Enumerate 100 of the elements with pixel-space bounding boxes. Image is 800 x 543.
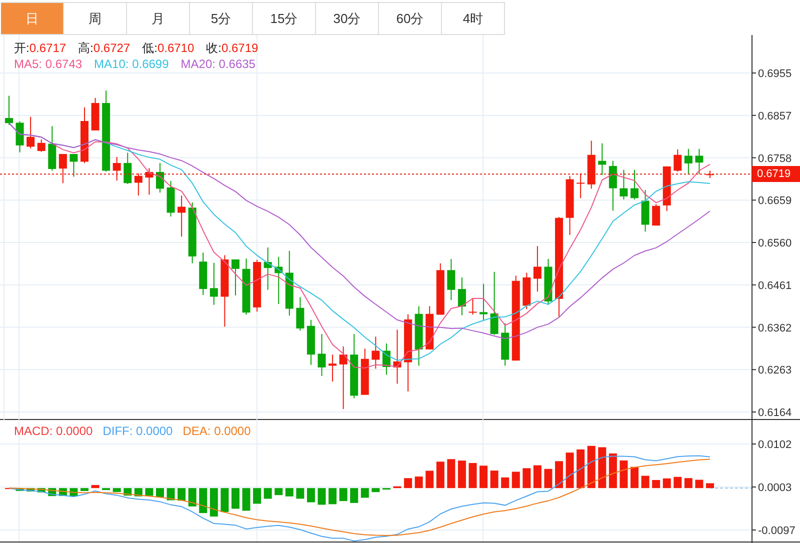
- macd-bar: [674, 476, 682, 488]
- candlestick: [468, 298, 477, 316]
- timeframe-tab[interactable]: 周: [64, 2, 127, 35]
- macd-bar: [264, 488, 272, 499]
- macd-bar: [220, 488, 229, 512]
- candlestick: [264, 246, 272, 290]
- macd-bar: [145, 488, 154, 496]
- candlestick: [641, 190, 650, 232]
- candlestick: [393, 329, 402, 384]
- candlestick: [620, 169, 628, 200]
- macd-bar: [393, 486, 402, 488]
- macd-bar: [641, 476, 650, 488]
- candlestick: [166, 180, 175, 218]
- macd-bar: [188, 488, 196, 506]
- macd-bar: [80, 488, 88, 491]
- candlestick: [145, 168, 154, 196]
- macd-bar: [37, 488, 46, 492]
- macd-bar: [426, 470, 434, 488]
- macd-bar: [199, 488, 208, 514]
- candlestick: [339, 346, 348, 410]
- ohlc-value: 0.6717: [29, 41, 66, 56]
- candlestick: [533, 246, 542, 292]
- candlestick: [318, 334, 326, 376]
- macd-bar: [253, 488, 262, 504]
- macd-bar: [350, 488, 358, 503]
- candlestick: [80, 106, 88, 164]
- price-axis-label: 0.6164: [758, 407, 792, 419]
- macd-bar: [16, 488, 24, 491]
- candlestick: [566, 175, 574, 236]
- macd-axis-label: 0.0003: [758, 482, 792, 494]
- macd-bar: [620, 460, 628, 488]
- macd-axis-label: 0.0102: [758, 439, 792, 451]
- macd-bar: [339, 488, 348, 502]
- macd-bar: [587, 446, 596, 488]
- macd-bar: [544, 468, 552, 488]
- macd-bar: [555, 461, 564, 488]
- timeframe-tab[interactable]: 4时: [442, 2, 505, 35]
- candlestick: [242, 258, 250, 316]
- price-axis-label: 0.6263: [758, 364, 792, 377]
- candlestick: [134, 172, 142, 196]
- price-tag: 0.6719: [752, 166, 800, 182]
- candlestick: [382, 342, 390, 376]
- macd-bar: [296, 488, 304, 499]
- candlestick: [296, 296, 304, 332]
- price-axis-label: 0.6758: [758, 152, 792, 165]
- candlestick: [58, 154, 67, 184]
- candlestick: [112, 156, 121, 182]
- ma-legend-value: MA10: 0.6699: [94, 57, 169, 72]
- macd-bar: [533, 465, 542, 488]
- price-axis-label: 0.6362: [758, 322, 792, 334]
- macd-bar: [468, 463, 477, 488]
- candlestick: [576, 172, 585, 199]
- timeframe-tab[interactable]: 月: [127, 2, 190, 35]
- macd-axis-label: -0.0097: [758, 525, 796, 537]
- macd-bar: [608, 453, 617, 488]
- ohlc-label: 低:: [142, 41, 158, 56]
- timeframe-tab[interactable]: 5分: [190, 2, 253, 35]
- candlestick: [360, 348, 369, 396]
- candlestick: [630, 169, 638, 200]
- candlestick: [674, 148, 682, 172]
- macd-bar: [695, 480, 704, 488]
- timeframe-tab[interactable]: 30分: [316, 2, 379, 35]
- candlestick: [684, 148, 692, 175]
- macd-bar: [566, 452, 574, 488]
- candlestick: [70, 154, 78, 178]
- candlestick: [458, 276, 466, 316]
- macd-legend-value: DEA: 0.0000: [182, 424, 251, 439]
- macd-bar: [231, 488, 240, 509]
- candlestick: [328, 354, 337, 382]
- candlestick: [652, 204, 660, 226]
- candlestick: [48, 126, 56, 172]
- price-axis-label: 0.6955: [758, 68, 792, 80]
- macd-bar: [512, 472, 520, 488]
- candlestick: [5, 95, 13, 126]
- candlestick: [26, 116, 35, 149]
- candlestick: [480, 283, 488, 320]
- price-axis-label: 0.6560: [758, 238, 792, 250]
- timeframe-tab[interactable]: 60分: [379, 2, 442, 35]
- candlestick: [91, 97, 100, 131]
- candlestick: [706, 170, 714, 178]
- candlestick: [178, 195, 186, 238]
- macd-bar: [706, 483, 714, 488]
- candlestick: [501, 322, 510, 366]
- macd-bar: [285, 488, 294, 496]
- macd-bar: [328, 488, 337, 504]
- macd-bar: [684, 478, 692, 488]
- ohlc-label: 高:: [78, 41, 94, 56]
- timeframe-tab[interactable]: 15分: [253, 2, 316, 35]
- candlestick: [199, 252, 208, 296]
- candlestick: [231, 258, 240, 296]
- macd-bar: [436, 462, 444, 488]
- candlestick: [124, 152, 132, 184]
- macd-bar: [306, 488, 315, 502]
- ma-legend-value: MA20: 0.6635: [180, 57, 256, 72]
- macd-bar: [576, 449, 585, 488]
- macd-bar: [26, 488, 35, 492]
- macd-bar: [480, 466, 488, 488]
- macd-bar: [490, 470, 498, 488]
- candlestick: [16, 120, 24, 153]
- candlestick: [598, 142, 606, 176]
